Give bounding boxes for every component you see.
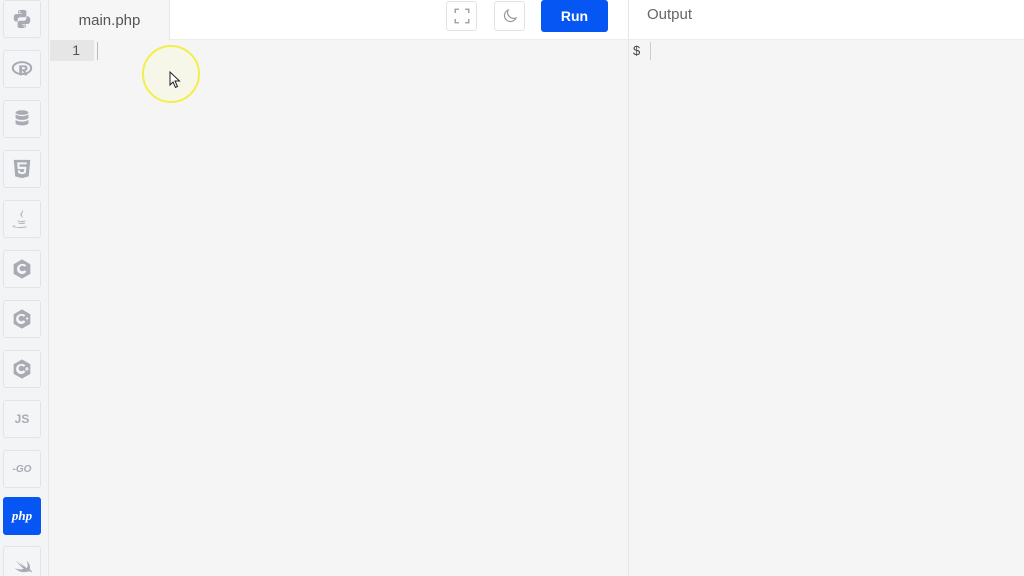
cpp-icon xyxy=(13,309,31,329)
lang-html-button[interactable] xyxy=(3,150,41,188)
html5-icon xyxy=(13,159,31,179)
console-caret xyxy=(650,42,651,60)
fullscreen-button[interactable] xyxy=(446,1,477,31)
output-console[interactable]: $ xyxy=(629,40,1024,576)
lang-sql-button[interactable] xyxy=(3,100,41,138)
php-icon: php xyxy=(11,508,33,523)
output-header: Output xyxy=(629,0,1024,40)
lang-swift-button[interactable] xyxy=(3,546,41,576)
online-compiler-app: JS -GO php main.php Run 1 Output $ xyxy=(0,0,1024,576)
csharp-icon xyxy=(13,359,31,379)
lang-go-button[interactable]: -GO xyxy=(3,450,41,488)
mouse-pointer-icon xyxy=(169,71,181,89)
lang-java-button[interactable] xyxy=(3,200,41,238)
code-editor[interactable]: 1 xyxy=(50,40,628,576)
swift-icon xyxy=(14,560,33,573)
go-icon: -GO xyxy=(12,463,32,475)
lang-r-button[interactable] xyxy=(3,50,41,88)
lang-php-button[interactable]: php xyxy=(3,497,41,535)
moon-icon xyxy=(503,8,517,23)
java-icon xyxy=(12,209,27,229)
c-icon xyxy=(13,259,31,279)
js-icon: JS xyxy=(14,412,30,426)
fullscreen-icon xyxy=(454,8,469,24)
active-line-gutter: 1 xyxy=(50,40,94,61)
python-icon xyxy=(13,9,31,29)
language-sidebar: JS -GO php xyxy=(0,0,49,576)
lang-c-button[interactable] xyxy=(3,250,41,288)
database-icon xyxy=(15,110,29,126)
lang-cpp-button[interactable] xyxy=(3,300,41,338)
lang-python-button[interactable] xyxy=(3,0,41,38)
lang-js-button[interactable]: JS xyxy=(3,400,41,438)
r-icon xyxy=(11,61,33,76)
editor-toolbar: main.php Run xyxy=(50,0,628,40)
console-prompt: $ xyxy=(633,43,641,58)
run-button[interactable]: Run xyxy=(541,0,608,32)
file-tab-main-php[interactable]: main.php xyxy=(50,0,170,40)
dark-mode-button[interactable] xyxy=(494,1,525,31)
text-caret xyxy=(97,42,98,60)
output-title: Output xyxy=(647,6,693,23)
lang-csharp-button[interactable] xyxy=(3,350,41,388)
line-number: 1 xyxy=(72,42,80,58)
